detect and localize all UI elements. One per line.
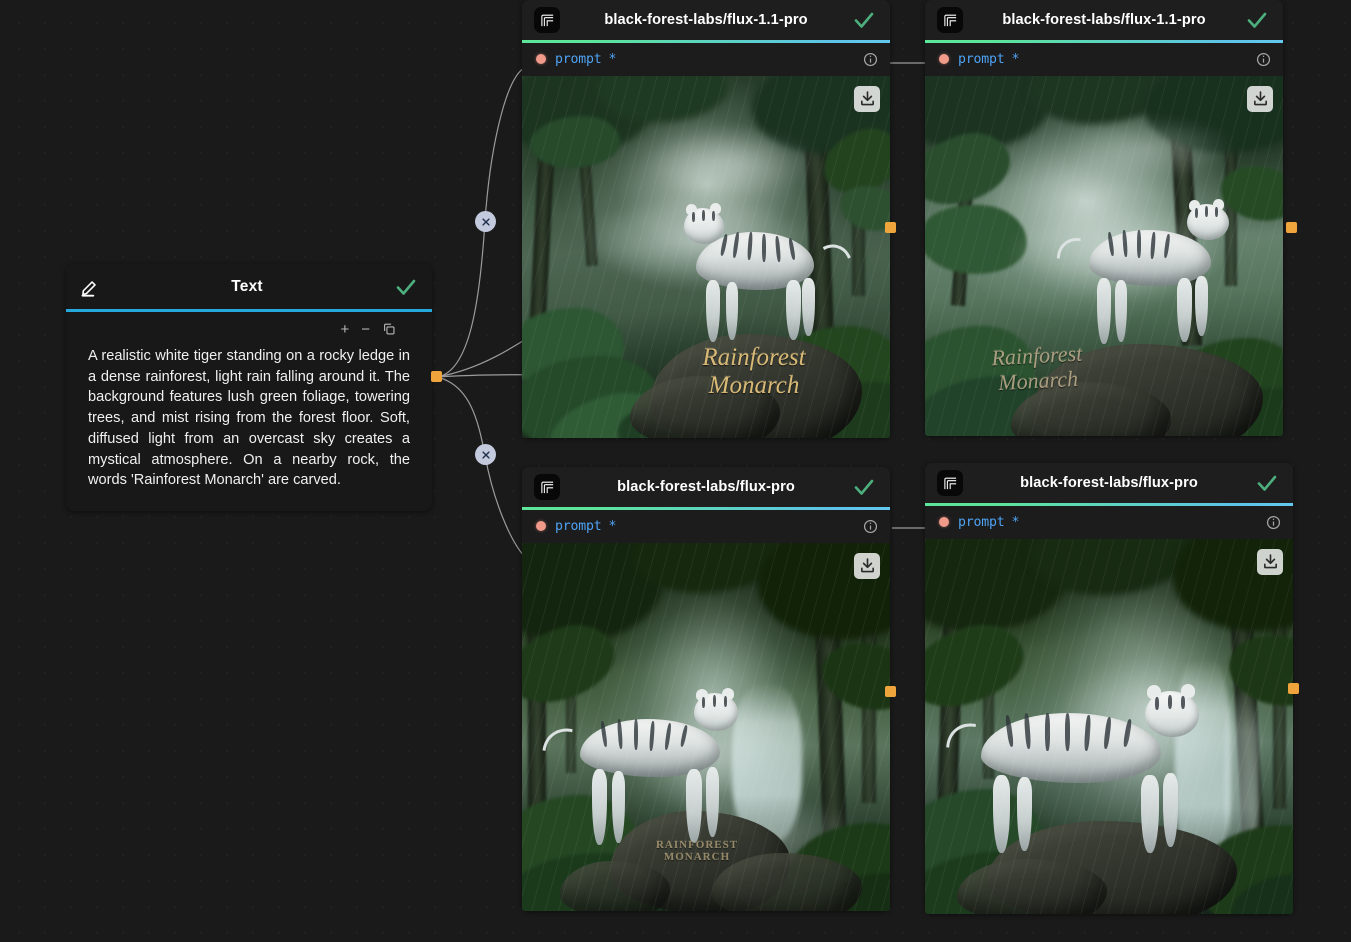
prompt-text[interactable]: A realistic white tiger standing on a ro…	[88, 340, 410, 491]
info-icon[interactable]	[863, 52, 878, 67]
model-node-flux-11-pro-b[interactable]: black-forest-labs/flux-1.1-pro prompt *	[925, 0, 1283, 436]
node-title: black-forest-labs/flux-1.1-pro	[1002, 12, 1206, 28]
check-icon	[852, 8, 876, 32]
generated-image[interactable]: Rainforest Monarch	[522, 75, 890, 438]
node-header: black-forest-labs/flux-1.1-pro	[522, 0, 890, 40]
copy-icon[interactable]	[382, 322, 396, 336]
info-icon[interactable]	[863, 519, 878, 534]
node-d-output-port[interactable]	[1288, 683, 1299, 694]
input-port-label: prompt	[555, 51, 602, 67]
check-icon	[394, 275, 418, 299]
model-node-flux-pro-a[interactable]: black-forest-labs/flux-pro prompt * RAIN…	[522, 467, 890, 911]
text-node-toolbar: + −	[88, 318, 410, 340]
edge-delete-button-top[interactable]	[475, 211, 496, 232]
input-port-dot[interactable]	[939, 54, 949, 64]
generated-image[interactable]: Rainforest Monarch	[925, 75, 1283, 436]
text-node-header: Text	[66, 264, 432, 309]
node-input-row[interactable]: prompt *	[522, 42, 890, 76]
generated-image[interactable]	[925, 538, 1293, 914]
node-input-row[interactable]: prompt *	[925, 505, 1293, 539]
download-icon[interactable]	[1257, 548, 1283, 575]
check-icon	[1255, 471, 1279, 495]
black-forest-labs-logo-icon	[937, 470, 963, 496]
generated-image[interactable]: RAINFOREST MONARCH	[522, 542, 890, 911]
edge-delete-button-bottom[interactable]	[475, 444, 496, 465]
input-port-label: prompt	[958, 51, 1005, 67]
text-node-output-port[interactable]	[431, 371, 442, 382]
text-node-title: Text	[231, 277, 263, 295]
node-input-row[interactable]: prompt *	[925, 42, 1283, 76]
pencil-icon[interactable]	[80, 277, 100, 297]
info-icon[interactable]	[1256, 52, 1271, 67]
remove-field-button[interactable]: −	[361, 322, 370, 337]
node-input-row[interactable]: prompt *	[522, 509, 890, 543]
input-required-marker: *	[1011, 51, 1020, 67]
edge-to-flux-pro-b-seg	[436, 376, 525, 557]
black-forest-labs-logo-icon	[937, 7, 963, 33]
add-field-button[interactable]: +	[340, 322, 349, 337]
check-icon	[852, 475, 876, 499]
node-title: black-forest-labs/flux-1.1-pro	[604, 12, 808, 28]
node-header: black-forest-labs/flux-pro	[522, 467, 890, 507]
node-a-output-port[interactable]	[885, 222, 896, 233]
input-port-label: prompt	[958, 514, 1005, 530]
download-icon[interactable]	[854, 85, 880, 112]
node-title: black-forest-labs/flux-pro	[617, 479, 795, 495]
input-port-label: prompt	[555, 518, 602, 534]
input-port-dot[interactable]	[536, 54, 546, 64]
node-c-output-port[interactable]	[885, 686, 896, 697]
model-node-flux-pro-b[interactable]: black-forest-labs/flux-pro prompt *	[925, 463, 1293, 914]
model-node-flux-11-pro-a[interactable]: black-forest-labs/flux-1.1-pro prompt *	[522, 0, 890, 438]
node-header: black-forest-labs/flux-1.1-pro	[925, 0, 1283, 40]
input-port-dot[interactable]	[536, 521, 546, 531]
input-required-marker: *	[608, 51, 617, 67]
text-node[interactable]: Text + − A realistic white tiger standin	[66, 264, 432, 511]
text-node-body: + − A realistic white tiger standing on …	[66, 312, 432, 511]
black-forest-labs-logo-icon	[534, 7, 560, 33]
input-required-marker: *	[1011, 514, 1020, 530]
check-icon	[1245, 8, 1269, 32]
black-forest-labs-logo-icon	[534, 474, 560, 500]
input-required-marker: *	[608, 518, 617, 534]
download-icon[interactable]	[854, 552, 880, 579]
node-title: black-forest-labs/flux-pro	[1020, 475, 1198, 491]
node-editor-canvas[interactable]: Text + − A realistic white tiger standin	[0, 0, 1351, 942]
input-port-dot[interactable]	[939, 517, 949, 527]
node-header: black-forest-labs/flux-pro	[925, 463, 1293, 503]
node-b-output-port[interactable]	[1286, 222, 1297, 233]
info-icon[interactable]	[1266, 515, 1281, 530]
download-icon[interactable]	[1247, 85, 1273, 112]
